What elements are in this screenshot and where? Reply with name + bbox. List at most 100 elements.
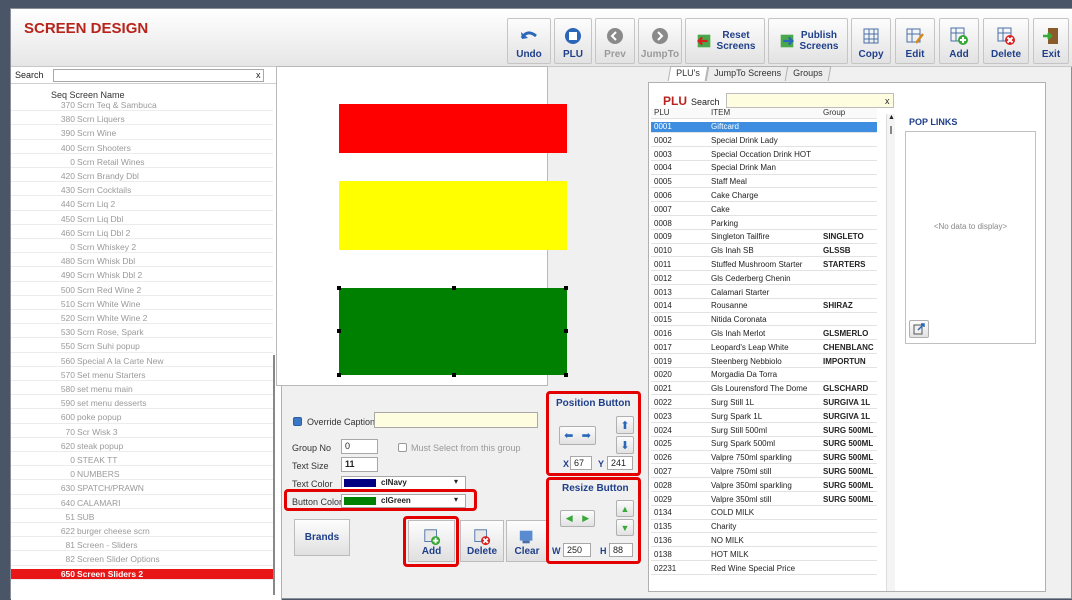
table-row[interactable]: 02231 Red Wine Special Price (651, 564, 877, 575)
scroll-up-icon[interactable]: ▲ (888, 114, 895, 121)
edit-button[interactable]: Edit (895, 18, 935, 64)
text-color-select[interactable]: clNavy ▾ (341, 476, 466, 490)
yellow-screen-button[interactable] (339, 181, 567, 250)
screen-list-item[interactable]: 0 STEAK TT (11, 455, 273, 467)
table-row[interactable]: 0006 Cake Charge (651, 191, 877, 203)
shrink-height-button[interactable]: ▲ (616, 500, 634, 517)
table-row[interactable]: 0020 Morgadia Da Torra (651, 370, 877, 382)
table-row[interactable]: 0016 Gls Inah Merlot GLSMERLO (651, 329, 877, 341)
resize-handle[interactable] (452, 286, 456, 290)
screen-list-item[interactable]: 81 Screen - Sliders (11, 540, 273, 552)
resize-handle[interactable] (337, 286, 341, 290)
resize-handle[interactable] (564, 329, 568, 333)
table-row[interactable]: 0017 Leopard's Leap White CHENBLANC (651, 343, 877, 355)
screen-list-item[interactable]: 490 Scrn Whisk Dbl 2 (11, 270, 273, 282)
table-row[interactable]: 0025 Surg Spark 500ml SURG 500ML (651, 439, 877, 451)
list-scrollbar[interactable] (273, 355, 275, 595)
table-row[interactable]: 0026 Valpre 750ml sparkling SURG 500ML (651, 453, 877, 465)
screen-list-item[interactable]: 620 steak popup (11, 441, 273, 453)
move-down-button[interactable]: ⬇ (616, 436, 634, 454)
table-row[interactable]: 0028 Valpre 350ml sparkling SURG 500ML (651, 481, 877, 493)
arrow-left-icon[interactable]: ⬅ (564, 429, 573, 442)
resize-handle[interactable] (564, 373, 568, 377)
prev-button[interactable]: Prev (595, 18, 635, 64)
table-row[interactable]: 0012 Gls Cederberg Chenin (651, 274, 877, 286)
screen-list-item[interactable]: 0 Scrn Whiskey 2 (11, 242, 273, 254)
scroll-thumb[interactable] (890, 126, 892, 134)
table-row[interactable]: 0003 Special Occation Drink HOT (651, 150, 877, 161)
table-row[interactable]: 0138 HOT MILK (651, 550, 877, 562)
y-input[interactable]: 241 (607, 456, 633, 470)
screen-list-item[interactable]: 622 burger cheese scrn (11, 526, 273, 538)
props-add-button[interactable]: Add (408, 520, 455, 562)
resize-handle[interactable] (337, 329, 341, 333)
button-color-select[interactable]: clGreen ▾ (341, 494, 466, 508)
screen-list-item[interactable]: 480 Scrn Whisk Dbl (11, 256, 273, 268)
green-screen-button[interactable] (339, 288, 567, 375)
screen-list-item[interactable]: 450 Scrn Liq Dbl (11, 214, 273, 225)
table-row[interactable]: 0021 Gls Lourensford The Dome GLSCHARD (651, 384, 877, 396)
resize-handle[interactable] (337, 373, 341, 377)
h-input[interactable]: 88 (609, 543, 633, 557)
table-row[interactable]: 0024 Surg Still 500ml SURG 500ML (651, 426, 877, 437)
screen-list-item[interactable]: 390 Scrn Wine (11, 128, 273, 140)
grow-width-icon[interactable]: ▶ (582, 513, 589, 524)
screen-list-item[interactable]: 370 Scrn Teq & Sambuca (11, 100, 273, 112)
table-row[interactable]: 0022 Surg Still 1L SURGIVA 1L (651, 398, 877, 410)
resize-handle[interactable] (564, 286, 568, 290)
override-caption-checkbox[interactable] (293, 417, 302, 426)
table-row[interactable]: 0027 Valpre 750ml still SURG 500ML (651, 467, 877, 479)
plu-clear-button[interactable]: x (885, 96, 890, 106)
screen-list-item[interactable]: 0 NUMBERS (11, 469, 273, 481)
table-row[interactable]: 0019 Steenberg Nebbiolo IMPORTUN (651, 357, 877, 368)
screen-list-item[interactable]: 550 Scrn Suhi popup (11, 341, 273, 353)
table-row[interactable]: 0007 Cake (651, 205, 877, 217)
text-size-input[interactable]: 11 (341, 457, 378, 472)
table-row[interactable]: 0136 NO MILK (651, 536, 877, 548)
table-row[interactable]: 0010 Gls Inah SB GLSSB (651, 246, 877, 258)
screen-list-item[interactable]: 510 Scrn White Wine (11, 299, 273, 311)
table-row[interactable]: 0014 Rousanne SHIRAZ (651, 301, 877, 313)
tab-jumpto-screens[interactable]: JumpTo Screens (705, 66, 790, 81)
group-no-input[interactable]: 0 (341, 439, 378, 454)
screen-list-item[interactable]: 640 CALAMARI (11, 498, 273, 509)
plu-scrollbar[interactable]: ▲ (886, 114, 895, 591)
screen-list-item[interactable]: 590 set menu desserts (11, 398, 273, 410)
screen-list-item[interactable]: 500 Scrn Red Wine 2 (11, 285, 273, 296)
screen-search-input[interactable] (53, 69, 264, 82)
pop-link-button[interactable] (909, 320, 929, 338)
caption-input[interactable] (374, 412, 538, 428)
red-screen-button[interactable] (339, 104, 567, 153)
screen-list-item[interactable]: 570 Set menu Starters (11, 370, 273, 382)
must-select-checkbox[interactable] (398, 443, 407, 452)
screen-list-item[interactable]: 70 Scr Wisk 3 (11, 427, 273, 438)
table-row[interactable]: 0023 Surg Spark 1L SURGIVA 1L (651, 412, 877, 424)
screen-list-item[interactable]: 530 Scrn Rose, Spark (11, 327, 273, 339)
jumpto-button[interactable]: JumpTo (638, 18, 682, 64)
screen-list-item[interactable]: 460 Scrn Liq Dbl 2 (11, 228, 273, 240)
screen-list-item[interactable]: 520 Scrn White Wine 2 (11, 313, 273, 325)
publish-screens-button[interactable]: Publish Screens (768, 18, 848, 64)
exit-button[interactable]: Exit (1033, 18, 1069, 64)
grow-height-button[interactable]: ▼ (616, 519, 634, 536)
screen-list-item[interactable]: 420 Scrn Brandy Dbl (11, 171, 273, 183)
w-input[interactable]: 250 (563, 543, 591, 557)
arrow-right-icon[interactable]: ➡ (582, 429, 591, 442)
screen-list-item[interactable]: 430 Scrn Cocktails (11, 185, 273, 197)
resize-horizontal-buttons[interactable]: ◀ ▶ (560, 510, 595, 527)
clear-search-button[interactable]: x (256, 70, 261, 80)
add-button[interactable]: Add (939, 18, 979, 64)
plu-search-input[interactable] (726, 93, 894, 108)
tab-plus[interactable]: PLU's (667, 66, 709, 81)
table-row[interactable]: 0011 Stuffed Mushroom Starter STARTERS (651, 260, 877, 272)
table-row[interactable]: 0015 Nitida Coronata (651, 315, 877, 327)
screen-list-item[interactable]: 560 Special A la Carte New (11, 356, 273, 367)
screen-list-item[interactable]: 400 Scrn Shooters (11, 143, 273, 154)
screen-list-item[interactable]: 51 SUB (11, 512, 273, 524)
screen-list-item[interactable]: 630 SPATCH/PRAWN (11, 483, 273, 495)
table-row[interactable]: 0135 Charity (651, 522, 877, 534)
table-row[interactable]: 0004 Special Drink Man (651, 163, 877, 175)
table-row[interactable]: 0134 COLD MILK (651, 508, 877, 520)
brands-button[interactable]: Brands (294, 519, 350, 556)
table-row[interactable]: 0008 Parking (651, 219, 877, 230)
